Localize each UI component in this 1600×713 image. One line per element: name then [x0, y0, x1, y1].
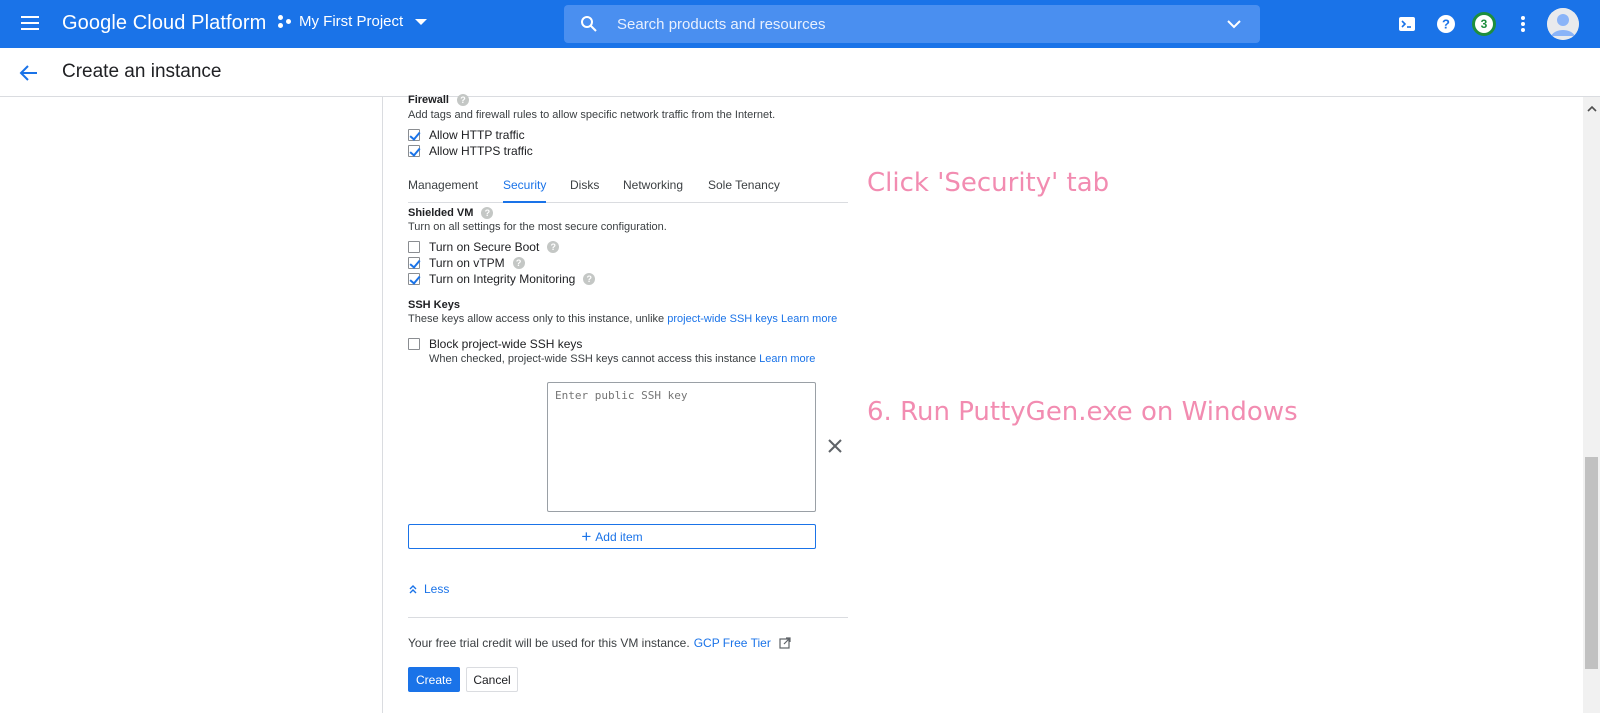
help-icon[interactable]: ? — [583, 273, 596, 285]
block-ssh-hint: When checked, project-wide SSH keys cann… — [429, 353, 848, 365]
gcp-free-tier-link[interactable]: GCP Free Tier — [694, 636, 771, 650]
shielded-vm-section: Shielded VM? Turn on all settings for th… — [408, 206, 848, 287]
close-icon[interactable] — [826, 437, 844, 455]
ssh-key-input[interactable] — [547, 382, 816, 512]
secure-boot-row: Turn on Secure Boot ? — [408, 239, 848, 255]
add-item-button[interactable]: + Add item — [408, 524, 816, 549]
tab-management[interactable]: Management — [408, 178, 478, 203]
annotation-security-hint: Click 'Security' tab — [867, 168, 1110, 198]
annotation-step6: 6. Run PuttyGen.exe on Windows — [867, 397, 1298, 427]
secure-boot-label: Turn on Secure Boot — [429, 240, 540, 254]
firewall-title: Firewall — [408, 94, 449, 106]
allow-http-label: Allow HTTP traffic — [429, 128, 525, 142]
secure-boot-checkbox[interactable] — [408, 241, 420, 253]
ssh-keys-description: These keys allow access only to this ins… — [408, 313, 848, 328]
shielded-vm-title: Shielded VM — [408, 207, 474, 219]
main-menu-icon[interactable] — [18, 12, 44, 36]
chevron-double-up-icon — [409, 585, 417, 594]
integrity-monitoring-row: Turn on Integrity Monitoring ? — [408, 271, 848, 287]
cloud-shell-icon[interactable] — [1395, 12, 1419, 36]
page-title: Create an instance — [62, 61, 222, 82]
help-icon[interactable]: ? — [481, 207, 494, 219]
account-avatar[interactable] — [1547, 8, 1579, 40]
less-toggle[interactable]: Less — [408, 582, 449, 596]
page-header: Create an instance — [0, 48, 1600, 97]
project-name: My First Project — [299, 13, 404, 30]
project-icon — [277, 14, 293, 30]
search-input[interactable] — [617, 15, 1217, 33]
less-label: Less — [424, 582, 450, 596]
tab-networking[interactable]: Networking — [623, 178, 683, 203]
search-icon — [580, 15, 598, 33]
tab-disks[interactable]: Disks — [570, 178, 599, 203]
allow-https-row: Allow HTTPS traffic — [408, 143, 848, 159]
left-pane — [0, 97, 383, 713]
ssh-keys-title: SSH Keys — [408, 299, 460, 311]
help-icon[interactable]: ? — [547, 241, 560, 253]
firewall-description: Add tags and firewall rules to allow spe… — [408, 109, 776, 121]
shielded-vm-description: Turn on all settings for the most secure… — [408, 221, 667, 233]
top-app-bar: Google Cloud Platform My First Project ?… — [0, 0, 1600, 48]
block-project-ssh-label: Block project-wide SSH keys — [429, 337, 583, 351]
back-arrow-icon[interactable] — [18, 62, 40, 84]
ssh-keys-description-text: These keys allow access only to this ins… — [408, 313, 665, 325]
help-icon[interactable]: ? — [456, 94, 469, 106]
allow-https-checkbox[interactable] — [408, 145, 420, 157]
project-selector[interactable]: My First Project — [277, 13, 428, 30]
svg-text:?: ? — [1442, 17, 1450, 32]
block-ssh-row: Block project-wide SSH keys — [408, 336, 848, 352]
brand-title[interactable]: Google Cloud Platform — [62, 12, 266, 35]
create-button[interactable]: Create — [408, 667, 460, 692]
allow-http-checkbox[interactable] — [408, 129, 420, 141]
vtpm-row: Turn on vTPM ? — [408, 255, 848, 271]
scrollbar-thumb[interactable] — [1585, 457, 1598, 669]
add-item-label: Add item — [595, 529, 643, 544]
divider — [408, 617, 848, 618]
external-link-icon[interactable] — [779, 637, 791, 649]
integrity-monitoring-label: Turn on Integrity Monitoring — [429, 272, 576, 286]
help-icon[interactable]: ? — [512, 257, 525, 269]
ssh-keys-learn-more-link[interactable]: Learn more — [781, 313, 837, 325]
notifications-badge[interactable]: 3 — [1472, 12, 1496, 36]
block-ssh-hint-text: When checked, project-wide SSH keys cann… — [429, 353, 757, 365]
trial-text: Your free trial credit will be used for … — [408, 636, 690, 650]
allow-http-row: Allow HTTP traffic — [408, 127, 848, 143]
cancel-button[interactable]: Cancel — [466, 667, 518, 692]
firewall-section: Firewall? Add tags and firewall rules to… — [408, 93, 848, 159]
help-icon[interactable]: ? — [1434, 12, 1458, 36]
vtpm-checkbox[interactable] — [408, 257, 420, 269]
tab-sole-tenancy[interactable]: Sole Tenancy — [708, 178, 780, 203]
trial-notice: Your free trial credit will be used for … — [408, 636, 791, 650]
block-ssh-learn-more-link[interactable]: Learn more — [759, 353, 815, 365]
search-expand-icon[interactable] — [1226, 17, 1242, 35]
vtpm-label: Turn on vTPM — [429, 256, 505, 270]
chevron-down-icon — [415, 18, 428, 25]
more-vert-icon[interactable] — [1511, 12, 1535, 36]
settings-tabs: Management Security Disks Networking Sol… — [408, 175, 848, 203]
integrity-monitoring-checkbox[interactable] — [408, 273, 420, 285]
plus-icon: + — [581, 526, 592, 546]
search-bar[interactable] — [564, 5, 1260, 43]
allow-https-label: Allow HTTPS traffic — [429, 144, 533, 158]
block-project-ssh-checkbox[interactable] — [408, 338, 420, 350]
project-wide-ssh-keys-link[interactable]: project-wide SSH keys — [667, 313, 778, 325]
scroll-up-arrow-icon[interactable] — [1587, 100, 1597, 112]
tab-security[interactable]: Security — [503, 178, 547, 203]
ssh-keys-section: SSH Keys These keys allow access only to… — [408, 298, 848, 365]
